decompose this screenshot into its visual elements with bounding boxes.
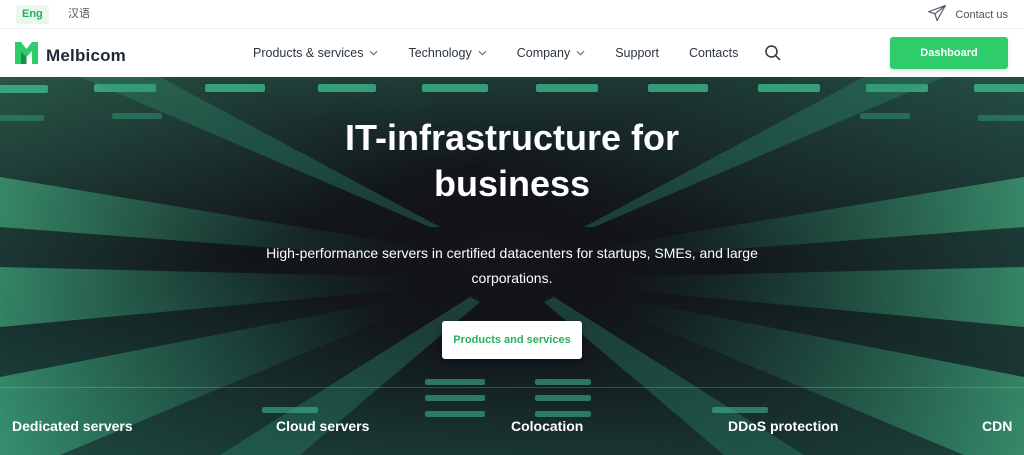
chevron-down-icon [369,50,378,56]
nav-technology[interactable]: Technology [408,46,487,60]
language-english[interactable]: Eng [16,5,49,24]
hero-title: IT-infrastructure for business [212,115,812,207]
melbicom-logo-icon [14,40,39,71]
nav-support[interactable]: Support [615,46,659,60]
nav-contacts[interactable]: Contacts [689,46,738,60]
hero-subtitle: High-performance servers in certified da… [232,241,792,291]
language-chinese[interactable]: 汉语 [62,5,96,24]
contact-us-link[interactable]: Contact us [927,4,1008,25]
hero-subtitle-line1: High-performance servers in certified da… [266,245,758,261]
hero-subtitle-line2: corporations. [471,270,553,286]
products-and-services-button[interactable]: Products and services [442,321,582,359]
category-cloud-servers[interactable]: Cloud servers [276,418,369,434]
nav-item-label: Company [516,46,571,60]
top-utility-bar: Eng 汉语 Contact us [0,0,1024,29]
brand-logo[interactable]: Melbicom [14,40,126,71]
chevron-down-icon [576,50,585,56]
dashboard-button[interactable]: Dashboard [890,37,1008,69]
nav-item-label: Contacts [689,46,739,60]
hero-section: IT-infrastructure for business High-perf… [0,77,1024,455]
contact-us-label: Contact us [955,8,1008,21]
nav-item-label: Support [615,46,659,60]
search-icon[interactable] [764,44,782,62]
category-cdn[interactable]: CDN [982,418,1012,434]
nav-item-label: Products & services [253,46,364,60]
nav-item-label: Technology [408,46,472,60]
nav-products-services[interactable]: Products & services [253,46,378,60]
hero-title-line2: business [433,163,591,204]
nav-company[interactable]: Company [517,46,586,60]
category-dedicated-servers[interactable]: Dedicated servers [12,418,133,434]
category-ddos-protection[interactable]: DDoS protection [728,418,838,434]
paper-plane-icon [927,3,947,26]
nav-menu: Products & services Technology Company S… [253,29,768,77]
chevron-down-icon [478,50,487,56]
brand-name: Melbicom [46,45,127,65]
category-colocation[interactable]: Colocation [511,418,583,434]
hero-title-line1: IT-infrastructure for [344,117,680,158]
hero-divider [0,387,1024,388]
service-categories: Dedicated servers Cloud servers Colocati… [0,418,1024,438]
main-navigation: Melbicom Products & services Technology … [0,29,1024,77]
